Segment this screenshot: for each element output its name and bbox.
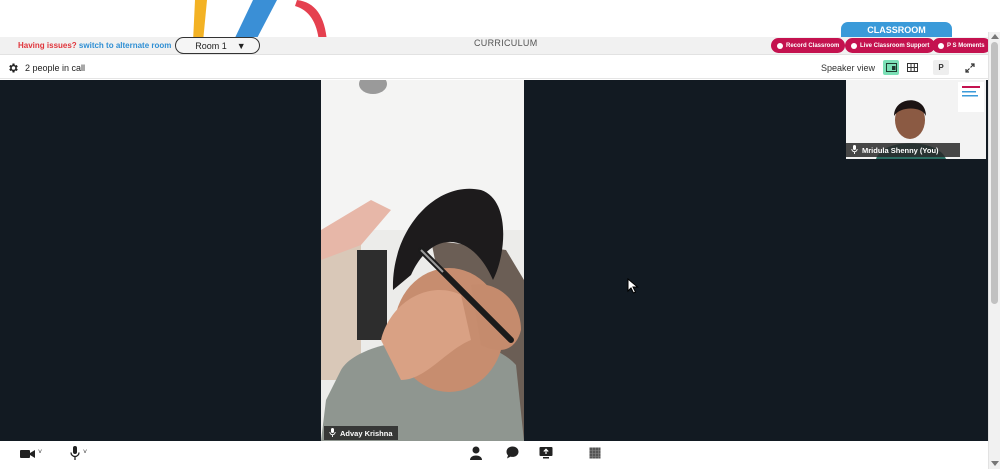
scroll-up-icon[interactable]: [991, 34, 999, 39]
brand-logo: [185, 0, 335, 42]
participants-icon: [470, 446, 482, 465]
alternate-room-link[interactable]: switch to alternate room: [79, 41, 171, 50]
moments-icon: [938, 42, 944, 49]
screen-share-button[interactable]: [539, 447, 553, 463]
microphone-icon: [851, 144, 858, 156]
alternate-room-notice: Having issues? switch to alternate room: [18, 41, 171, 50]
microphone-toggle[interactable]: ˅: [70, 445, 87, 465]
chat-icon: [506, 446, 519, 464]
mouse-cursor-icon: [627, 277, 639, 294]
self-name-tag: Mridula Shenny (You): [846, 143, 960, 157]
record-icon: [777, 42, 783, 49]
main-video-tile[interactable]: Advay Krishna: [321, 80, 524, 441]
camera-icon: [20, 446, 35, 464]
microphone-icon: [70, 445, 80, 465]
scroll-thumb[interactable]: [991, 42, 998, 304]
page-scrollbar[interactable]: [988, 32, 1000, 469]
whiteboard-icon: [589, 446, 601, 464]
live-support-button[interactable]: Live Classroom Support: [845, 38, 936, 53]
p-button[interactable]: P: [933, 60, 949, 75]
record-classroom-button[interactable]: Record Classroom: [771, 38, 846, 53]
chat-button[interactable]: [506, 446, 519, 464]
video-stage: Advay Krishna Mridula Shenny (You): [0, 80, 988, 441]
participants-button[interactable]: [470, 446, 482, 465]
scroll-down-icon[interactable]: [991, 461, 999, 466]
people-in-call: 2 people in call: [25, 63, 86, 73]
record-classroom-label: Record Classroom: [786, 42, 840, 49]
issue-prefix: Having issues?: [18, 41, 77, 50]
classroom-tab[interactable]: CLASSROOM: [841, 22, 952, 37]
chevron-down-icon[interactable]: ˅: [38, 449, 42, 456]
chevron-down-icon[interactable]: ˅: [83, 449, 87, 456]
fullscreen-icon[interactable]: [962, 60, 978, 75]
speaker-view-label: Speaker view: [821, 63, 876, 73]
screen-share-icon: [539, 446, 553, 464]
microphone-icon: [329, 427, 336, 439]
ps-moments-button[interactable]: P S Moments: [932, 38, 991, 53]
classroom-page: CLASSROOM Having issues? switch to alter…: [0, 0, 1000, 469]
room-select[interactable]: Room 1 ▼: [175, 37, 260, 54]
caret-down-icon: ▼: [236, 40, 246, 51]
support-icon: [851, 42, 857, 49]
main-participant-name-tag: Advay Krishna: [324, 426, 398, 440]
camera-toggle[interactable]: ˅: [20, 447, 42, 463]
live-support-label: Live Classroom Support: [860, 42, 930, 49]
whiteboard-button[interactable]: [589, 447, 601, 463]
self-video-tile[interactable]: Mridula Shenny (You): [846, 80, 986, 159]
self-participant-name: Mridula Shenny (You): [862, 145, 939, 155]
gear-icon[interactable]: [7, 61, 19, 73]
call-header: 2 people in call Speaker view P: [0, 57, 988, 79]
participant-video-frame: [321, 80, 524, 441]
top-bar: Having issues? switch to alternate room …: [0, 37, 991, 55]
ps-moments-label: P S Moments: [947, 42, 985, 49]
curriculum-link[interactable]: CURRICULUM: [474, 38, 538, 48]
room-select-value: Room 1: [195, 40, 227, 51]
grid-view-icon[interactable]: [904, 60, 920, 75]
main-participant-name: Advay Krishna: [340, 428, 393, 438]
speaker-view-icon[interactable]: [883, 60, 899, 75]
call-controls: ˅ ˅: [0, 441, 988, 469]
